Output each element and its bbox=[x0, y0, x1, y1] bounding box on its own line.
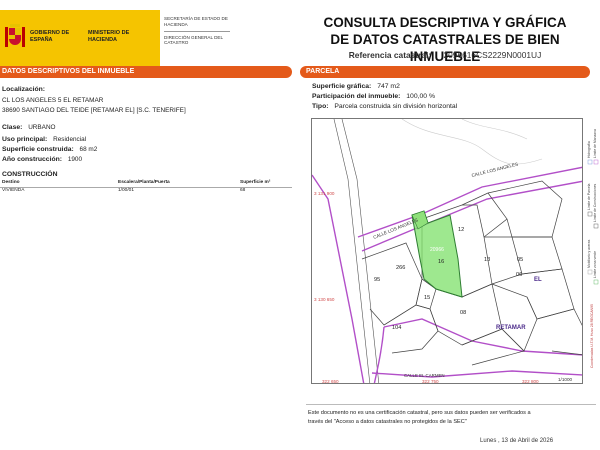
col-escalera: Escalera/Planta/Puerta bbox=[118, 180, 170, 185]
anio-value: 1900 bbox=[67, 156, 83, 163]
secretaria-label: SECRETARÍA DE ESTADO DE HACIENDA bbox=[164, 16, 230, 32]
secretaria-block: SECRETARÍA DE ESTADO DE HACIENDA DIRECCI… bbox=[164, 16, 230, 46]
direccion-label: DIRECCIÓN GENERAL DEL CATASTRO bbox=[164, 34, 223, 46]
parcel-label: 95 bbox=[374, 277, 380, 283]
highlight-ref-label: 20966 bbox=[430, 247, 444, 253]
coord-x-2: 322 750 bbox=[422, 379, 439, 384]
address-line-1: CL LOS ANGELES 5 EL RETAMAR bbox=[2, 97, 104, 104]
parcel-label: 05 bbox=[517, 257, 523, 263]
road-boundary-west bbox=[312, 174, 365, 383]
table-row: VIVIENDA 1/00/01 68 bbox=[0, 188, 292, 196]
parcel-label: 104 bbox=[392, 325, 401, 331]
superficie-value: 68 m2 bbox=[79, 146, 98, 153]
ref-label: Referencia catastral: bbox=[348, 50, 432, 60]
coord-note: Coordenadas U.T.M. Huso 28 REGCAN95 bbox=[590, 304, 594, 368]
title-line-1: CONSULTA DESCRIPTIVA Y GRÁFICA bbox=[323, 15, 567, 30]
gobierno-label: GOBIERNO DE ESPAÑA bbox=[30, 30, 70, 43]
map-svg: CALLE LOS ANGELES CALLE LOS ANGELES CALL… bbox=[312, 119, 582, 384]
legend-item: Mobiliario y aceras bbox=[587, 239, 591, 268]
tipo-label: Tipo: bbox=[312, 103, 329, 110]
legend-item: Límite de Manzana bbox=[593, 129, 597, 158]
participacion-row: Participación del inmueble: 100,00 % bbox=[312, 93, 435, 100]
ministerio-label: MINISTERIO DE HACIENDA bbox=[88, 30, 130, 43]
tipo-value: Parcela construida sin división horizont… bbox=[334, 103, 458, 110]
parcel-label: 15 bbox=[424, 295, 430, 301]
government-logo-band: GOBIERNO DE ESPAÑA MINISTERIO DE HACIEND… bbox=[0, 10, 160, 68]
coord-x-3: 322 800 bbox=[522, 379, 539, 384]
street-label-1: CALLE LOS ANGELES bbox=[471, 162, 519, 178]
participacion-label: Participación del inmueble: bbox=[312, 93, 401, 100]
map-scale: 1/1000 bbox=[558, 377, 572, 382]
col-destino: Destino bbox=[2, 180, 20, 185]
cadastral-map[interactable]: CALLE LOS ANGELES CALLE LOS ANGELES CALL… bbox=[311, 118, 583, 384]
sup-grafica-label: Superficie gráfica: bbox=[312, 83, 372, 90]
legend-item: Límite de Parcela bbox=[587, 184, 591, 210]
parcel-label: 16 bbox=[438, 259, 444, 265]
clase-value: URBANO bbox=[28, 124, 56, 131]
cell-superficie: 68 bbox=[240, 188, 246, 193]
coord-y-2: 3 130 650 bbox=[314, 297, 335, 302]
referencia-catastral: Referencia catastral: 2096616CS2229N0001… bbox=[300, 50, 590, 60]
terrain-line bbox=[401, 119, 543, 165]
coord-y-1: 3 131 900 bbox=[314, 191, 335, 196]
parcel-outlines bbox=[361, 180, 582, 366]
street-boundary bbox=[383, 318, 582, 356]
participacion-value: 100,00 % bbox=[406, 93, 436, 100]
superficie-row: Superficie construida: 68 m2 bbox=[2, 146, 97, 153]
header-logo-block: GOBIERNO DE ESPAÑA MINISTERIO DE HACIEND… bbox=[0, 10, 232, 68]
table-header: Destino Escalera/Planta/Puerta Superfici… bbox=[0, 180, 292, 188]
localizacion-label: Localización: bbox=[2, 86, 46, 93]
cadastral-map-area: CALLE LOS ANGELES CALLE LOS ANGELES CALL… bbox=[311, 118, 600, 384]
address-line-2: 38690 SANTIAGO DEL TEIDE [RETAMAR EL] [S… bbox=[2, 107, 186, 114]
coat-of-arms-icon bbox=[5, 24, 25, 47]
parcel-label: 266 bbox=[396, 265, 405, 271]
uso-label: Uso principal: bbox=[2, 136, 48, 143]
street-boundary bbox=[373, 326, 385, 383]
map-legend: Hidrografía Límite de Manzana Límite de … bbox=[584, 118, 600, 384]
parcel-label: 12 bbox=[458, 227, 464, 233]
road-edge bbox=[341, 119, 380, 383]
construccion-heading: CONSTRUCCIÓN bbox=[2, 171, 58, 178]
anio-label: Año construcción: bbox=[2, 156, 63, 163]
coord-x-1: 322 650 bbox=[322, 379, 339, 384]
anio-row: Año construcción: 1900 bbox=[2, 156, 82, 163]
uso-row: Uso principal: Residencial bbox=[2, 136, 86, 143]
locality-el: EL bbox=[534, 277, 542, 283]
legend-item: Límite zona verde bbox=[593, 251, 597, 278]
disclaimer-line-1: Este documento no es una certificación c… bbox=[308, 410, 531, 416]
disclaimer-line-2: través del "Acceso a datos catastrales n… bbox=[308, 419, 467, 425]
legend-item: Límite de Construcciones bbox=[593, 183, 597, 222]
disclaimer: Este documento no es una certificación c… bbox=[306, 404, 596, 432]
parcel-label: 06 bbox=[516, 272, 522, 278]
street-label-3: CALLE EL CARMEN bbox=[404, 373, 445, 378]
col-superficie: Superficie m² bbox=[240, 180, 271, 185]
parcel-label: 08 bbox=[460, 310, 466, 316]
uso-value: Residencial bbox=[53, 136, 87, 143]
sup-grafica-value: 747 m2 bbox=[377, 83, 400, 90]
terrain-line bbox=[461, 119, 528, 140]
cell-destino: VIVIENDA bbox=[2, 188, 25, 193]
section-bar-inmueble: DATOS DESCRIPTIVOS DEL INMUEBLE bbox=[0, 66, 292, 78]
superficie-label: Superficie construida: bbox=[2, 146, 74, 153]
legend-item: Hidrografía bbox=[587, 141, 591, 158]
document-date: Lunes , 13 de Abril de 2026 bbox=[480, 438, 554, 444]
sup-grafica-row: Superficie gráfica: 747 m2 bbox=[312, 83, 400, 90]
parcel-label: 13 bbox=[484, 257, 490, 263]
cell-escalera: 1/00/01 bbox=[118, 188, 135, 193]
legend-svg: Hidrografía Límite de Manzana Límite de … bbox=[587, 129, 599, 368]
locality-retamar: RETAMAR bbox=[496, 325, 526, 331]
tipo-row: Tipo: Parcela construida sin división ho… bbox=[312, 103, 457, 110]
clase-row: Clase: URBANO bbox=[2, 124, 56, 131]
clase-label: Clase: bbox=[2, 124, 23, 131]
ref-value: 2096616CS2229N0001UJ bbox=[443, 50, 542, 60]
section-bar-parcela: PARCELA bbox=[300, 66, 590, 78]
